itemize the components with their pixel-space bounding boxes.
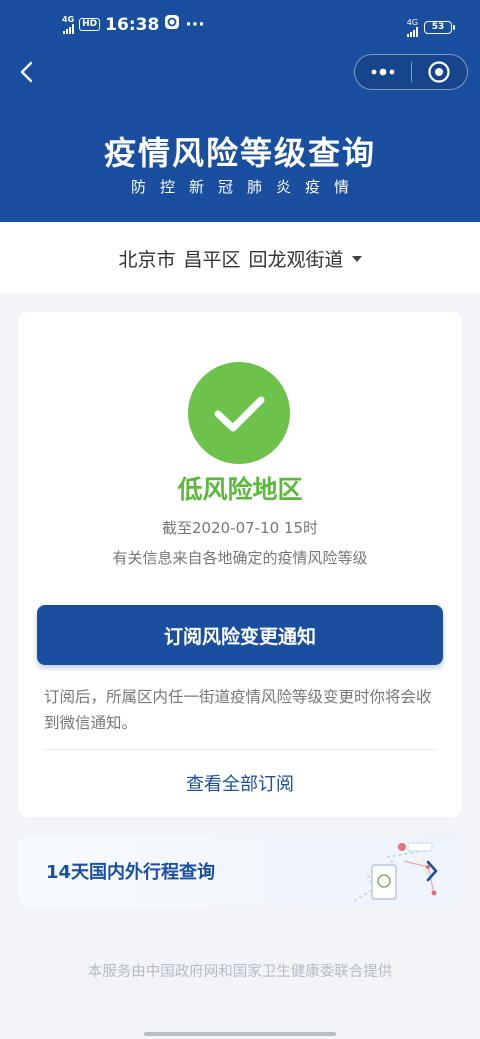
location-district: 昌平区 — [183, 248, 241, 271]
location-selector[interactable]: 北京市 昌平区 回龙观街道 — [0, 222, 480, 294]
travel-query-entry[interactable]: 14天国内外行程查询 — [18, 835, 462, 907]
source-note: 有关信息来自各地确定的疫情风险等级 — [112, 549, 368, 567]
status-right: 4G 53 — [407, 18, 455, 37]
status-time: 16:38 — [105, 14, 160, 35]
checkmark-icon — [214, 396, 265, 432]
signal-right-icon: 4G — [407, 18, 418, 37]
more-options-button[interactable] — [355, 55, 411, 89]
page-subtitle: 防控新冠肺炎疫情 — [130, 178, 363, 196]
status-left: 4G HD 16:38 ··· — [62, 14, 205, 35]
card-divider — [44, 749, 436, 750]
status-bar: 4G HD 16:38 ··· 4G 53 — [0, 12, 480, 42]
risk-result-card: 低风险地区 截至2020-07-10 15时 有关信息来自各地确定的疫情风险等级… — [18, 312, 462, 817]
chevron-right-icon — [426, 860, 438, 882]
location-city: 北京市 — [118, 248, 176, 271]
back-button[interactable] — [14, 58, 42, 86]
caret-down-icon — [351, 256, 362, 262]
more-dots-icon — [371, 68, 395, 76]
app-header: 4G HD 16:38 ··· 4G 53 疫情风险等级查询 防控新冠肺炎疫情 — [0, 0, 480, 222]
notification-icon — [164, 14, 180, 35]
hd-badge: HD — [79, 18, 101, 31]
signal-icon: 4G — [62, 15, 74, 34]
close-mini-program-button[interactable] — [412, 55, 468, 89]
location-street: 回龙观街道 — [248, 248, 344, 271]
service-provider-footer: 本服务由中国政府网和国家卫生健康委联合提供 — [87, 964, 393, 980]
more-notifications-icon: ··· — [185, 14, 205, 35]
travel-query-label: 14天国内外行程查询 — [46, 862, 216, 883]
home-indicator[interactable] — [144, 1032, 336, 1036]
mini-program-capsule — [354, 54, 468, 90]
risk-status-indicator — [188, 362, 290, 464]
view-all-subscriptions-link[interactable]: 查看全部订阅 — [18, 770, 462, 796]
page-title: 疫情风险等级查询 — [103, 134, 376, 172]
subscribe-button[interactable]: 订阅风险变更通知 — [37, 605, 443, 665]
target-close-icon — [428, 61, 450, 83]
battery-icon: 53 — [424, 21, 455, 34]
subscribe-description: 订阅后，所属区内任一街道疫情风险等级变更时你将会收到微信通知。 — [44, 688, 432, 732]
chevron-left-icon — [20, 61, 33, 83]
risk-level-label: 低风险地区 — [177, 475, 303, 504]
as-of-time: 截至2020-07-10 15时 — [161, 519, 319, 537]
